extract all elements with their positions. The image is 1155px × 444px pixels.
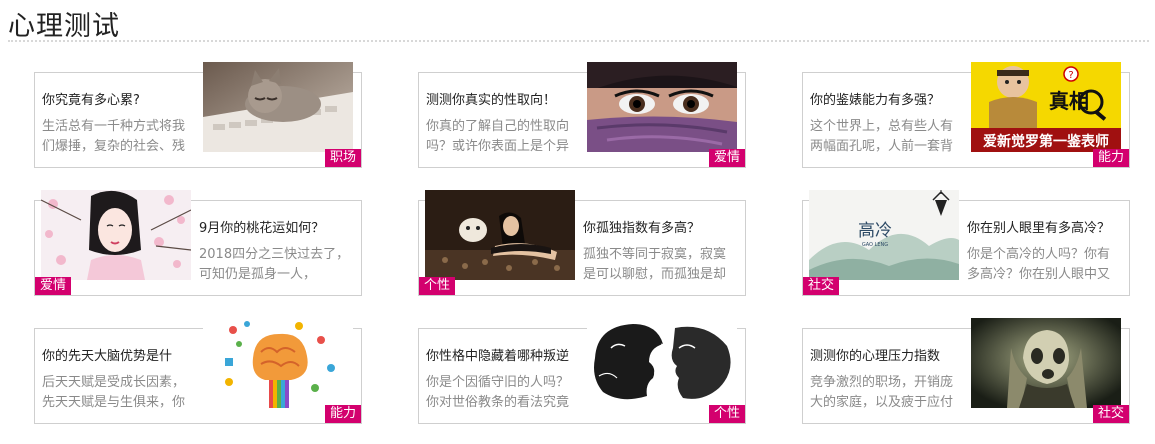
quiz-title[interactable]: 测测你的心理压力指数 xyxy=(810,348,965,365)
ink-title-text: 高冷 xyxy=(858,221,892,241)
quiz-thumbnail[interactable] xyxy=(41,190,191,280)
category-tag[interactable]: 爱情 xyxy=(708,149,745,167)
ink-subtitle-text: GAO LENG xyxy=(862,242,888,248)
category-tag[interactable]: 个性 xyxy=(419,277,456,295)
quiz-card-2[interactable]: 测测你真实的性取向！ 你真的了解自己的性取向吗？或许你表面上是个异 爱情 xyxy=(418,62,746,168)
quiz-card-4[interactable]: 9月你的桃花运如何？ 2018四分之三快过去了，可知仍是孤身一人， 爱情 xyxy=(34,190,362,296)
quiz-card-1[interactable]: 你究竟有多心累? 生活总有一千种方式将我们爆捶，复杂的社会、残 职场 xyxy=(34,62,362,168)
banner-caption: 爱新觉罗第一鉴表师 xyxy=(983,133,1109,150)
quiz-card-9[interactable]: 测测你的心理压力指数 竞争激烈的职场，开销庞大的家庭，以及疲于应付 社交 xyxy=(802,318,1130,424)
quiz-card-5[interactable]: 你孤独指数有多高？ 孤独不等同于寂寞，寂寞是可以聊慰，而孤独是却 个性 xyxy=(418,190,746,296)
quiz-thumbnail[interactable] xyxy=(425,190,575,280)
quiz-thumbnail[interactable] xyxy=(203,318,353,408)
quiz-thumbnail[interactable]: ? 真相 爱新觉罗第一鉴表师 xyxy=(971,62,1121,152)
quiz-description: 竞争激烈的职场，开销庞大的家庭，以及疲于应付 xyxy=(810,375,954,410)
quiz-thumbnail[interactable] xyxy=(587,62,737,152)
quiz-description: 2018四分之三快过去了，可知仍是孤身一人， xyxy=(199,247,350,282)
category-tag[interactable]: 社交 xyxy=(1092,405,1129,423)
quiz-title[interactable]: 测测你真实的性取向！ xyxy=(426,92,581,109)
quiz-description: 孤独不等同于寂寞，寂寞是可以聊慰，而孤独是却 xyxy=(583,247,727,282)
quiz-thumbnail[interactable] xyxy=(203,62,353,152)
category-tag[interactable]: 能力 xyxy=(1092,149,1129,167)
category-tag[interactable]: 能力 xyxy=(324,405,361,423)
quiz-title[interactable]: 你的鉴婊能力有多强？ xyxy=(810,92,965,109)
quiz-description: 生活总有一千种方式将我们爆捶，复杂的社会、残 xyxy=(42,119,186,154)
quiz-description: 后天天赋是受成长因素，先天天赋是与生俱来，你 xyxy=(42,375,186,410)
quiz-title[interactable]: 9月你的桃花运如何？ xyxy=(199,220,354,237)
quiz-title[interactable]: 你孤独指数有多高？ xyxy=(583,220,738,237)
quiz-description: 你是个因循守旧的人吗？你对世俗教条的看法究竟 xyxy=(426,375,570,410)
quiz-card-8[interactable]: 你性格中隐藏着哪种叛逆 你是个因循守旧的人吗？你对世俗教条的看法究竟 个性 xyxy=(418,318,746,424)
section-title: 心理测试 xyxy=(8,11,120,42)
svg-text:?: ? xyxy=(1068,70,1073,81)
quiz-card-3[interactable]: 你的鉴婊能力有多强？ 这个世界上，总有些人有两幅面孔呢，人前一套背 ? 真相 爱… xyxy=(802,62,1130,168)
quiz-thumbnail[interactable] xyxy=(971,318,1121,408)
quiz-description: 你是个高冷的人吗？你有多高冷？你在别人眼中又 xyxy=(967,247,1111,282)
quiz-title[interactable]: 你的先天大脑优势是什 xyxy=(42,348,197,365)
category-tag[interactable]: 个性 xyxy=(708,405,745,423)
category-tag[interactable]: 职场 xyxy=(324,149,361,167)
category-tag[interactable]: 爱情 xyxy=(35,277,72,295)
quiz-title[interactable]: 你在别人眼里有多高冷？ xyxy=(967,220,1122,237)
quiz-description: 这个世界上，总有些人有两幅面孔呢，人前一套背 xyxy=(810,119,954,154)
quiz-thumbnail[interactable]: 高冷 GAO LENG xyxy=(809,190,959,280)
category-tag[interactable]: 社交 xyxy=(803,277,840,295)
quiz-thumbnail[interactable] xyxy=(587,318,737,408)
quiz-title[interactable]: 你究竟有多心累? xyxy=(42,92,197,109)
title-divider xyxy=(8,40,1149,42)
quiz-title[interactable]: 你性格中隐藏着哪种叛逆 xyxy=(426,348,581,365)
quiz-card-7[interactable]: 你的先天大脑优势是什 后天天赋是受成长因素，先天天赋是与生俱来，你 能力 xyxy=(34,318,362,424)
quiz-description: 你真的了解自己的性取向吗？或许你表面上是个异 xyxy=(426,119,570,154)
quiz-card-6[interactable]: 高冷 GAO LENG 你在别人眼里有多高冷？ 你是个高冷的人吗？你有多高冷？你… xyxy=(802,190,1130,296)
